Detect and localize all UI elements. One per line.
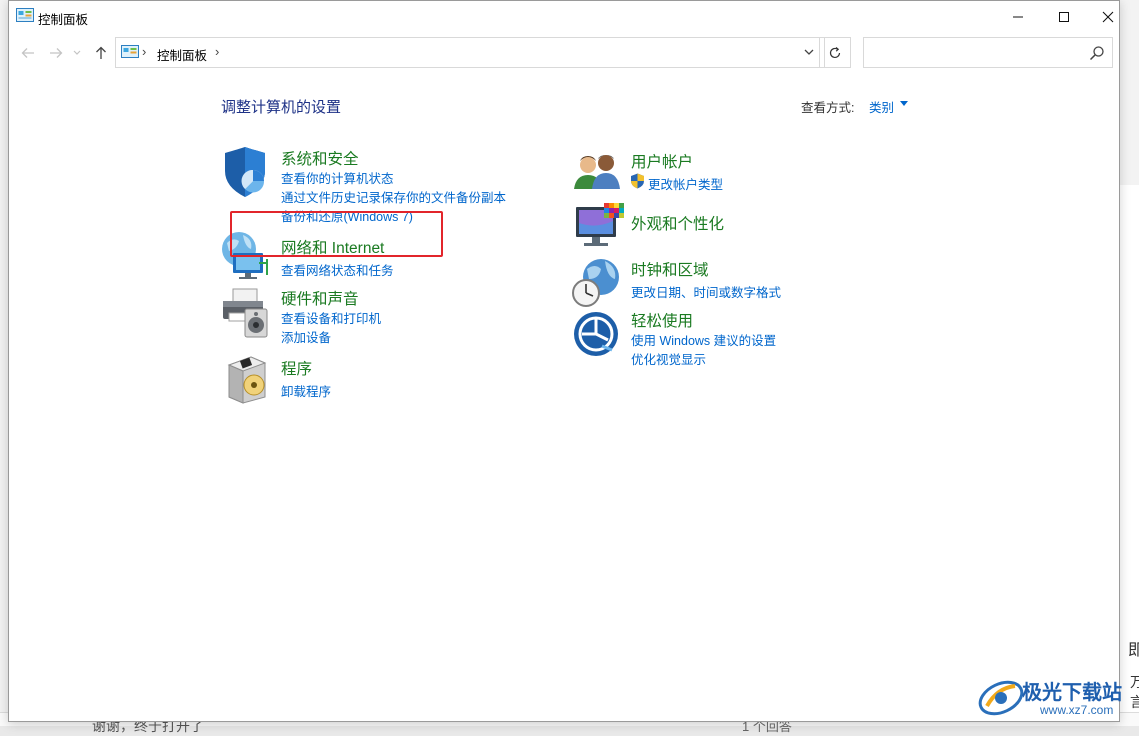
link-network-status[interactable]: 查看网络状态和任务: [281, 260, 394, 279]
control-panel-icon: [16, 8, 34, 22]
link-windows-recommended-settings[interactable]: 使用 Windows 建议的设置: [631, 330, 776, 349]
view-by-dropdown[interactable]: 类别: [869, 97, 894, 116]
window-title: 控制面板: [38, 13, 89, 27]
clock-globe-icon[interactable]: [571, 257, 623, 309]
back-arrow-icon: [21, 48, 34, 58]
background-char: 即: [1128, 642, 1139, 659]
up-button[interactable]: [90, 42, 112, 64]
category-programs[interactable]: 程序: [281, 357, 312, 379]
recent-locations-button[interactable]: [70, 42, 84, 64]
chevron-down-icon: [73, 50, 81, 55]
search-input[interactable]: [863, 37, 1113, 68]
dropdown-arrow-icon[interactable]: [900, 101, 908, 106]
programs-box-icon[interactable]: [221, 353, 273, 405]
view-by-label: 查看方式:: [801, 101, 855, 115]
forward-button[interactable]: [45, 42, 67, 64]
close-icon: [1102, 11, 1114, 22]
category-system-security[interactable]: 系统和安全: [281, 147, 359, 169]
close-button[interactable]: [1085, 1, 1131, 32]
minimize-button[interactable]: [995, 1, 1041, 32]
refresh-button[interactable]: [819, 37, 851, 68]
link-change-account-type[interactable]: 更改帐户类型: [648, 174, 723, 193]
up-arrow-icon: [96, 46, 106, 59]
uac-shield-icon: [631, 173, 644, 189]
watermark-url: www.xz7.com: [1040, 703, 1114, 717]
user-accounts-icon[interactable]: [572, 147, 624, 199]
link-view-computer-status[interactable]: 查看你的计算机状态: [281, 168, 394, 187]
category-user-accounts[interactable]: 用户帐户: [631, 150, 693, 172]
control-panel-window: 控制面板 › 控制面板 › 调整计算机的设置 查看方式: 类别 系统和安全 查看…: [8, 0, 1120, 722]
search-icon: [1089, 46, 1104, 61]
printer-speaker-icon[interactable]: [219, 287, 271, 339]
link-add-device[interactable]: 添加设备: [281, 327, 331, 346]
shield-icon[interactable]: [219, 147, 271, 199]
link-optimize-visual-display[interactable]: 优化视觉显示: [631, 349, 706, 368]
refresh-icon: [829, 46, 841, 58]
maximize-icon: [1059, 11, 1069, 22]
link-file-history[interactable]: 通过文件历史记录保存你的文件备份副本: [281, 187, 506, 206]
page-title: 调整计算机的设置: [221, 99, 342, 116]
ease-of-access-icon[interactable]: [572, 310, 624, 362]
category-clock-region[interactable]: 时钟和区域: [631, 258, 709, 280]
category-hardware-sound[interactable]: 硬件和声音: [281, 287, 359, 309]
appearance-monitor-icon[interactable]: [572, 201, 624, 253]
address-bar[interactable]: › 控制面板 ›: [115, 37, 825, 68]
category-ease-of-access[interactable]: 轻松使用: [631, 309, 693, 331]
breadcrumb-control-panel[interactable]: 控制面板: [157, 45, 207, 64]
back-button[interactable]: [17, 42, 39, 64]
maximize-button[interactable]: [1041, 1, 1087, 32]
watermark-name: 极光下载站: [1022, 682, 1122, 704]
breadcrumb-chevron-icon[interactable]: ›: [215, 44, 219, 59]
control-panel-icon: [121, 45, 139, 58]
title-bar[interactable]: 控制面板: [9, 1, 1119, 32]
highlight-box: [230, 211, 443, 257]
link-change-date-time-format[interactable]: 更改日期、时间或数字格式: [631, 282, 781, 301]
address-dropdown-icon[interactable]: [802, 45, 816, 59]
breadcrumb-chevron-icon[interactable]: ›: [142, 44, 146, 59]
link-uninstall-program[interactable]: 卸载程序: [281, 381, 331, 400]
minimize-icon: [1013, 16, 1023, 17]
link-devices-printers[interactable]: 查看设备和打印机: [281, 308, 381, 327]
category-appearance[interactable]: 外观和个性化: [631, 212, 724, 234]
forward-arrow-icon: [50, 48, 63, 58]
color-palette: [604, 203, 624, 218]
